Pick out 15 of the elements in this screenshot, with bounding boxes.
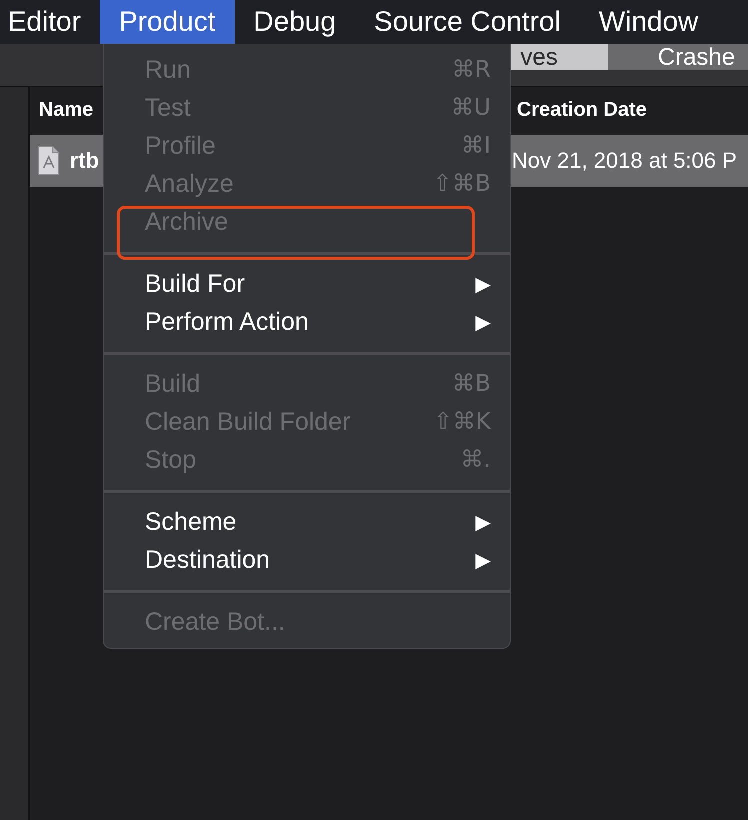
menu-item[interactable]: Perform Action ▶ [104,303,510,341]
menu-item[interactable]: Scheme ▶ [104,503,510,541]
menu-item[interactable]: Build For ▶ [104,265,510,303]
menu-bar-item[interactable]: Source Control [355,0,580,44]
column-header[interactable]: Creation Date [517,98,648,122]
table-cell: rtb [70,148,100,174]
menu-bar-item[interactable]: Product [100,0,235,44]
tab[interactable]: Crashe [608,44,748,70]
menu-item[interactable]: Destination ▶ [104,541,510,579]
table-cell: Nov 21, 2018 at 5:06 P [512,148,738,174]
menu-bar-item[interactable]: Debug [234,0,356,44]
tab[interactable]: ves [510,44,608,70]
document-icon [38,146,60,176]
menu-bar-item[interactable]: Window [580,0,718,44]
menu-bar-item[interactable]: Editor [0,0,100,44]
